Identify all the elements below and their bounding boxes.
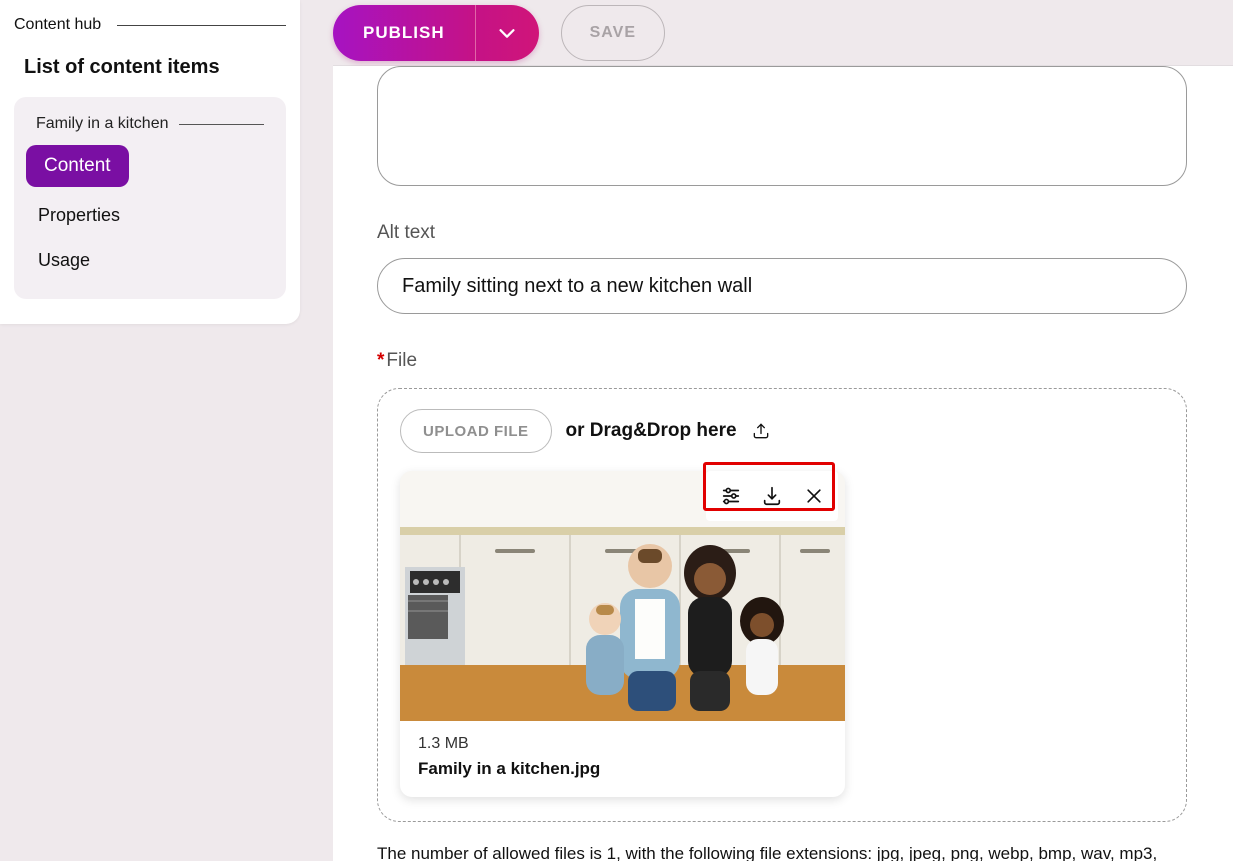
sidebar: Content hub List of content items Family… <box>0 0 300 324</box>
item-name: Family in a kitchen <box>36 115 169 133</box>
toolbar: PUBLISH SAVE <box>333 0 1233 66</box>
description-textarea[interactable] <box>377 66 1187 186</box>
settings-button[interactable] <box>714 479 748 513</box>
alt-text-label: Alt text <box>377 222 1189 244</box>
save-button: SAVE <box>561 5 665 61</box>
thumbnail-action-strip <box>706 471 838 521</box>
item-breadcrumb-line <box>179 124 265 125</box>
file-label-text: File <box>386 350 417 371</box>
breadcrumb[interactable]: Content hub <box>14 16 286 34</box>
close-icon <box>804 486 824 506</box>
hub-label: Content hub <box>14 16 101 34</box>
publish-button[interactable]: PUBLISH <box>333 5 475 61</box>
thumbnail-meta: 1.3 MB Family in a kitchen.jpg <box>400 721 845 797</box>
list-title[interactable]: List of content items <box>14 52 286 97</box>
file-label: *File <box>377 350 1189 372</box>
file-dropzone[interactable]: UPLOAD FILE or Drag&Drop here <box>377 388 1187 822</box>
item-breadcrumb[interactable]: Family in a kitchen <box>26 115 274 145</box>
download-button[interactable] <box>755 479 789 513</box>
alt-text-input[interactable] <box>377 258 1187 314</box>
required-asterisk: * <box>377 350 384 371</box>
tab-content[interactable]: Content <box>26 145 129 187</box>
download-icon <box>761 485 783 507</box>
remove-button[interactable] <box>797 479 831 513</box>
upload-file-button[interactable]: UPLOAD FILE <box>400 409 552 453</box>
drag-drop-text: or Drag&Drop here <box>566 420 737 442</box>
item-card: Family in a kitchen Content Properties U… <box>14 97 286 299</box>
publish-dropdown-button[interactable] <box>475 5 539 61</box>
chevron-down-icon <box>496 22 518 44</box>
file-size: 1.3 MB <box>418 735 827 753</box>
tab-usage[interactable]: Usage <box>26 238 274 283</box>
main-content: Alt text *File UPLOAD FILE or Drag&Drop … <box>333 66 1233 861</box>
upload-icon <box>751 421 771 441</box>
publish-button-group: PUBLISH <box>333 5 539 61</box>
file-thumbnail-card: 1.3 MB Family in a kitchen.jpg <box>400 471 845 797</box>
tab-properties[interactable]: Properties <box>26 193 274 238</box>
file-name: Family in a kitchen.jpg <box>418 759 827 779</box>
file-help-text: The number of allowed files is 1, with t… <box>377 842 1187 861</box>
sliders-icon <box>720 485 742 507</box>
upload-row: UPLOAD FILE or Drag&Drop here <box>400 409 1164 453</box>
breadcrumb-line <box>117 25 286 26</box>
